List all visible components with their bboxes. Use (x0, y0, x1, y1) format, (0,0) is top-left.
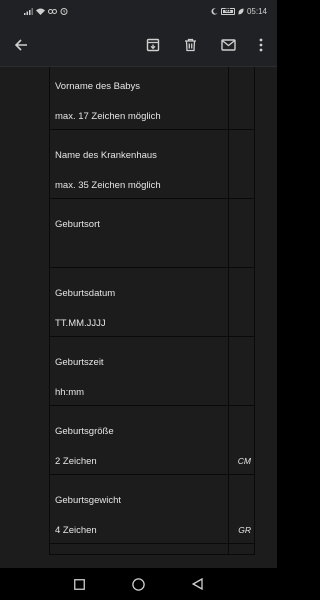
email-toolbar (0, 22, 277, 67)
field-label: Name des Krankenhaus (55, 150, 157, 161)
square-icon (74, 578, 85, 590)
table-row: Geburtsgewicht 4 Zeichen GR (50, 475, 254, 544)
field-hint: max. 35 Zeichen möglich (55, 180, 161, 191)
unit-cell (229, 337, 254, 405)
table-row: Vorname des Babys max. 17 Zeichen möglic… (50, 67, 254, 130)
unit-cell (229, 199, 254, 267)
table-row: Geburtszeit hh:mm (50, 337, 254, 406)
moon-icon (211, 7, 218, 15)
field-hint: 4 Zeichen (55, 525, 97, 536)
form-fields-table: Vorname des Babys max. 17 Zeichen möglic… (49, 67, 255, 555)
field-cell (50, 544, 230, 554)
unit-cell (229, 544, 254, 554)
delete-button[interactable] (175, 22, 205, 67)
unit-label: CM (237, 456, 251, 466)
more-options-button[interactable] (246, 22, 276, 67)
back-arrow-icon (14, 38, 27, 51)
email-body[interactable]: Vorname des Babys max. 17 Zeichen möglic… (0, 67, 277, 568)
field-cell: Name des Krankenhaus max. 35 Zeichen mög… (50, 130, 230, 198)
field-cell: Geburtsort (50, 199, 230, 267)
field-label: Geburtsgewicht (55, 495, 122, 506)
recents-button[interactable] (68, 572, 92, 596)
field-hint: max. 17 Zeichen möglich (55, 111, 161, 122)
field-cell: Vorname des Babys max. 17 Zeichen möglic… (50, 67, 230, 129)
unit-cell: CM (229, 406, 254, 474)
status-right: 81 05:14 (211, 7, 267, 16)
unit-label: GR (238, 525, 251, 535)
triangle-back-icon (192, 578, 203, 590)
delete-icon (184, 38, 196, 51)
table-row: Geburtsdatum TT.MM.JJJJ (50, 268, 254, 337)
field-label: Geburtsgröße (55, 426, 114, 437)
alarm-icon (60, 8, 68, 15)
back-button[interactable] (6, 22, 36, 67)
field-hint: 2 Zeichen (55, 456, 97, 467)
field-label: Geburtszeit (55, 357, 104, 368)
field-cell: Geburtszeit hh:mm (50, 337, 230, 405)
owl-icon (48, 8, 57, 14)
unit-cell (229, 268, 254, 336)
circle-icon (132, 577, 145, 591)
mail-icon (220, 38, 236, 51)
wifi-icon (36, 8, 45, 15)
leaf-icon (238, 8, 244, 14)
battery-icon: 81 (220, 7, 235, 15)
table-row: Geburtsort (50, 199, 254, 268)
field-cell: Geburtsdatum TT.MM.JJJJ (50, 268, 230, 336)
table-row: Geburtsgröße 2 Zeichen CM (50, 406, 254, 475)
mark-unread-button[interactable] (213, 22, 243, 67)
system-nav-bar (0, 568, 277, 600)
field-label: Vorname des Babys (55, 81, 141, 92)
table-row: Name des Krankenhaus max. 35 Zeichen mög… (50, 130, 254, 199)
status-bar: 81 05:14 (0, 0, 277, 22)
field-label: Geburtsdatum (55, 288, 116, 299)
unit-cell (229, 67, 254, 129)
home-button[interactable] (127, 572, 151, 596)
field-hint: TT.MM.JJJJ (55, 318, 106, 329)
status-time: 05:14 (246, 6, 267, 16)
field-hint: hh:mm (55, 387, 85, 398)
more-vert-icon (259, 38, 263, 51)
archive-icon (146, 38, 160, 51)
field-cell: Geburtsgröße 2 Zeichen (50, 406, 230, 474)
back-nav-button[interactable] (186, 572, 210, 596)
signal-icon (24, 7, 33, 15)
archive-button[interactable] (138, 22, 168, 67)
field-label: Geburtsort (55, 219, 100, 230)
unit-cell (229, 130, 254, 198)
status-left-icons (24, 7, 68, 15)
unit-cell: GR (229, 475, 254, 543)
battery-level: 81 (225, 7, 231, 14)
field-cell: Geburtsgewicht 4 Zeichen (50, 475, 230, 543)
table-end-row (50, 544, 254, 555)
